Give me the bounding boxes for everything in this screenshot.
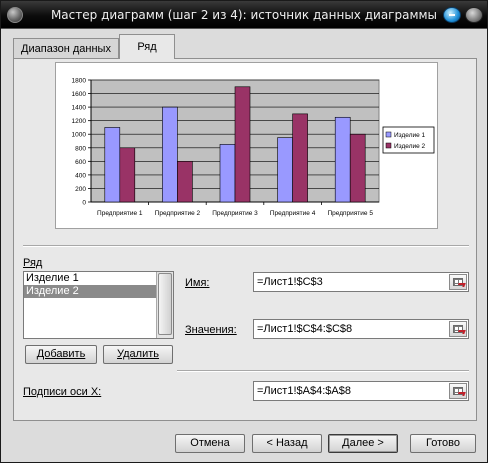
add-series-button[interactable]: Добавить bbox=[25, 345, 97, 364]
x-tick-label: Предприятие 3 bbox=[212, 210, 258, 217]
bar bbox=[292, 113, 308, 203]
x-labels-value: =Лист1!$A$4:$A$8 bbox=[257, 385, 351, 397]
x-labels-input[interactable]: =Лист1!$A$4:$A$8 bbox=[253, 381, 469, 401]
bar bbox=[234, 86, 251, 203]
y-tick-label: 1600 bbox=[72, 91, 87, 98]
series-section-label: Ряд bbox=[23, 257, 43, 269]
x-tick-label: Предприятие 2 bbox=[155, 210, 201, 217]
range-arrow-icon bbox=[457, 283, 466, 287]
bar bbox=[177, 161, 193, 203]
y-tick-label: 600 bbox=[75, 159, 86, 166]
legend-label: Изделие 1 bbox=[394, 132, 426, 139]
finish-button[interactable]: Готово bbox=[410, 434, 476, 453]
collapse-dialog-button[interactable] bbox=[449, 274, 467, 290]
x-tick-label: Предприятие 5 bbox=[327, 210, 373, 217]
bar bbox=[334, 116, 351, 203]
tab-series[interactable]: Ряд bbox=[119, 34, 175, 59]
chart-svg: 0 200 400 600 800 1000 1200 1400 1600 1800 Предпри… bbox=[72, 78, 435, 217]
legend-swatch bbox=[385, 142, 392, 149]
y-tick-label: 1000 bbox=[72, 132, 87, 139]
name-input[interactable]: =Лист1!$C$3 bbox=[253, 272, 469, 292]
y-tick-label: 400 bbox=[75, 172, 86, 179]
y-tick-label: 0 bbox=[82, 200, 86, 207]
bar bbox=[219, 144, 236, 203]
values-input[interactable]: =Лист1!$C$4:$C$8 bbox=[253, 319, 469, 339]
listbox-scrollbar[interactable] bbox=[156, 272, 173, 338]
remove-series-button[interactable]: Удалить bbox=[103, 345, 173, 364]
name-label: Имя: bbox=[185, 277, 210, 289]
divider bbox=[177, 370, 469, 372]
tab-data-range[interactable]: Диапазон данных bbox=[13, 38, 119, 58]
bar bbox=[104, 127, 121, 203]
legend-swatch bbox=[385, 131, 392, 138]
x-tick-label: Предприятие 4 bbox=[270, 210, 316, 217]
y-tick-label: 1200 bbox=[72, 118, 87, 125]
values-label: Значения: bbox=[185, 324, 237, 336]
x-tick-label: Предприятие 1 bbox=[97, 210, 143, 217]
y-tick-label: 800 bbox=[75, 145, 86, 152]
help-button[interactable] bbox=[443, 7, 461, 23]
series-listbox[interactable]: Изделие 1 Изделие 2 bbox=[23, 271, 174, 339]
bar bbox=[349, 133, 366, 203]
series-list-item-selected[interactable]: Изделие 2 bbox=[24, 285, 156, 298]
legend-label: Изделие 2 bbox=[394, 143, 426, 150]
y-tick-label: 1800 bbox=[72, 78, 87, 85]
bar bbox=[162, 106, 178, 203]
values-value: =Лист1!$C$4:$C$8 bbox=[257, 323, 353, 335]
range-arrow-icon bbox=[457, 330, 466, 334]
window-title: Мастер диаграмм (шаг 2 из 4): источник д… bbox=[50, 8, 438, 22]
close-button[interactable] bbox=[465, 7, 483, 23]
bar bbox=[119, 147, 136, 203]
bar bbox=[277, 137, 293, 203]
cancel-button[interactable]: Отмена bbox=[175, 434, 245, 453]
name-value: =Лист1!$C$3 bbox=[257, 276, 323, 288]
y-tick-label: 200 bbox=[75, 186, 86, 193]
y-tick-label: 1400 bbox=[72, 105, 87, 112]
chart-wizard-dialog: Мастер диаграмм (шаг 2 из 4): источник д… bbox=[0, 0, 488, 463]
range-arrow-icon bbox=[457, 392, 466, 396]
title-bar: Мастер диаграмм (шаг 2 из 4): источник д… bbox=[1, 1, 487, 29]
scrollbar-thumb[interactable] bbox=[158, 273, 172, 335]
x-labels-label: Подписи оси X: bbox=[23, 386, 102, 398]
back-button[interactable]: < Назад bbox=[252, 434, 322, 453]
divider bbox=[23, 245, 469, 247]
collapse-dialog-button[interactable] bbox=[449, 383, 467, 399]
chart-preview: 0 200 400 600 800 1000 1200 1400 1600 1800 Предпри… bbox=[55, 62, 438, 229]
series-list-item[interactable]: Изделие 1 bbox=[24, 272, 156, 285]
next-button[interactable]: Далее > bbox=[328, 434, 398, 453]
collapse-dialog-button[interactable] bbox=[449, 321, 467, 337]
